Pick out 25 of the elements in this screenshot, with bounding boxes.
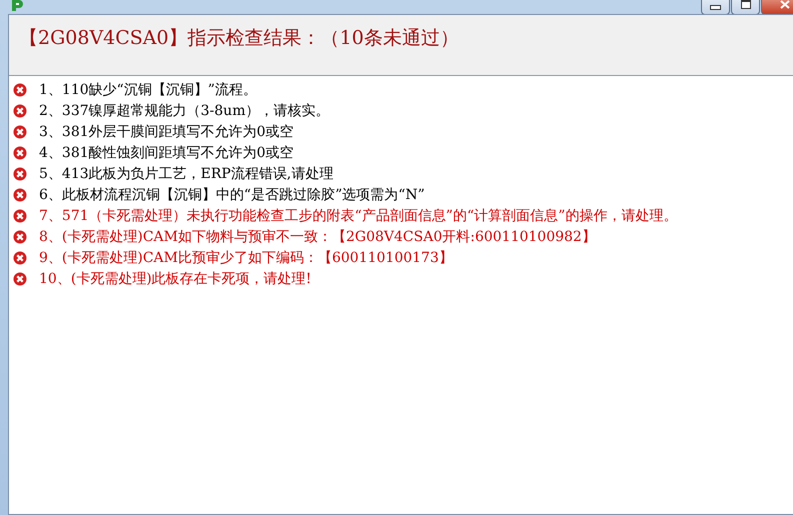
app-icon [10, 0, 24, 12]
result-message: 6、此板材流程沉铜【沉铜】中的“是否跳过除胶”选项需为“N” [39, 186, 425, 204]
result-message: 5、413此板为负片工艺，ERP流程错误,请处理 [39, 164, 334, 182]
result-message: 7、571（卡死需处理）未执行功能检查工步的附表“产品剖面信息”的“计算剖面信息”的操作，请处理。 [39, 206, 678, 224]
error-icon [13, 188, 27, 202]
error-icon [13, 82, 27, 96]
error-icon [13, 208, 27, 222]
error-icon [13, 166, 27, 180]
error-icon [13, 272, 27, 286]
result-message: 1、110缺少“沉铜【沉铜】”流程。 [39, 80, 257, 98]
error-icon [13, 104, 27, 118]
result-message: 4、381酸性蚀刻间距填写不允许为0或空 [39, 144, 294, 162]
result-message: 8、(卡死需处理)CAM如下物料与预审不一致：【2G08V4CSA0开料:600110100982】 [39, 228, 596, 246]
result-message: 3、381外层干膜间距填写不允许为0或空 [39, 122, 294, 140]
minimize-button[interactable] [701, 0, 730, 15]
result-message: 9、(卡死需处理)CAM比预审少了如下编码：【600110100173】 [39, 248, 453, 266]
close-icon [780, 0, 790, 9]
error-icon [13, 124, 27, 138]
result-message: 10、(卡死需处理)此板存在卡死项，请处理! [39, 270, 312, 288]
error-icon [13, 250, 27, 264]
maximize-button[interactable] [731, 0, 760, 15]
error-icon [13, 146, 27, 160]
error-icon [13, 230, 27, 244]
result-message: 2、337镍厚超常规能力（3-8um），请核实。 [39, 102, 330, 120]
result-title: 【2G08V4CSA0】指示检查结果：（10条未通过） [19, 26, 460, 51]
